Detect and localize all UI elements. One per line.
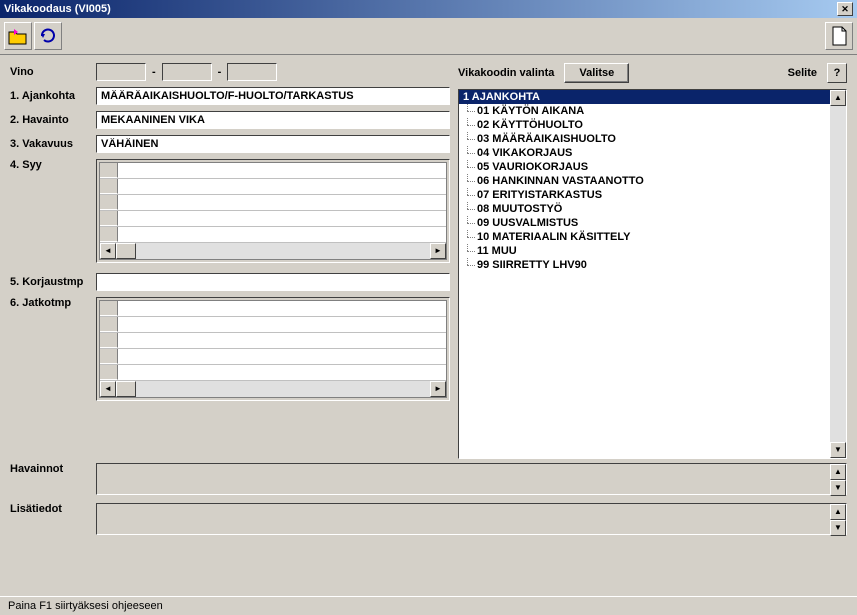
tree-view[interactable]: 1 AJANKOHTA01 KÄYTÖN AIKANA02 KÄYTTÖHUOL…	[458, 89, 847, 459]
window-title: Vikakoodaus (VI005)	[4, 3, 837, 15]
tree-item[interactable]: 04 VIKAKORJAUS	[459, 146, 846, 160]
vino-input-3[interactable]	[227, 63, 277, 81]
help-button[interactable]: ?	[827, 63, 847, 83]
jatkotmp-label: 6. Jatkotmp	[10, 297, 90, 309]
syy-grid[interactable]	[100, 163, 446, 243]
toolbar	[0, 18, 857, 55]
close-button[interactable]: ✕	[837, 2, 853, 16]
selite-label: Selite	[788, 67, 817, 79]
jatkotmp-grid[interactable]	[100, 301, 446, 381]
tree-vscrollbar[interactable]: ▲ ▼	[830, 90, 846, 458]
syy-label: 4. Syy	[10, 159, 90, 171]
korjaustmp-input[interactable]	[96, 273, 450, 291]
tree-item[interactable]: 10 MATERIAALIN KÄSITTELY	[459, 230, 846, 244]
korjaustmp-label: 5. Korjaustmp	[10, 276, 90, 288]
syy-hscrollbar[interactable]: ◄ ►	[100, 243, 446, 259]
statusbar: Paina F1 siirtyäksesi ohjeeseen	[0, 596, 857, 615]
havainnot-label: Havainnot	[10, 463, 90, 475]
tree-item[interactable]: 02 KÄYTTÖHUOLTO	[459, 118, 846, 132]
vakavuus-input[interactable]	[96, 135, 450, 153]
tree-item[interactable]: 08 MUUTOSTYÖ	[459, 202, 846, 216]
ajankohta-input[interactable]	[96, 87, 450, 105]
havainto-input[interactable]	[96, 111, 450, 129]
scroll-down-icon[interactable]: ▼	[830, 442, 846, 458]
open-folder-button[interactable]	[4, 22, 32, 50]
scroll-up-icon[interactable]: ▲	[830, 464, 846, 480]
havainnot-textarea[interactable]: ▲ ▼	[96, 463, 847, 495]
tree-item[interactable]: 03 MÄÄRÄAIKAISHUOLTO	[459, 132, 846, 146]
tree-item[interactable]: 01 KÄYTÖN AIKANA	[459, 104, 846, 118]
tree-item[interactable]: 09 UUSVALMISTUS	[459, 216, 846, 230]
vikakoodin-valinta-label: Vikakoodin valinta	[458, 67, 554, 79]
vino-input-1[interactable]	[96, 63, 146, 81]
tree-item[interactable]: 99 SIIRRETTY LHV90	[459, 258, 846, 272]
document-icon	[830, 26, 848, 46]
refresh-icon	[39, 27, 57, 45]
ajankohta-label: 1. Ajankohta	[10, 90, 90, 102]
scroll-up-icon[interactable]: ▲	[830, 90, 846, 106]
new-document-button[interactable]	[825, 22, 853, 50]
tree-item[interactable]: 11 MUU	[459, 244, 846, 258]
vakavuus-label: 3. Vakavuus	[10, 138, 90, 150]
vino-input-2[interactable]	[162, 63, 212, 81]
tree-item[interactable]: 05 VAURIOKORJAUS	[459, 160, 846, 174]
scroll-left-icon[interactable]: ◄	[100, 381, 116, 397]
scroll-left-icon[interactable]: ◄	[100, 243, 116, 259]
tree-root[interactable]: 1 AJANKOHTA	[459, 90, 846, 104]
folder-icon	[8, 27, 28, 45]
scroll-right-icon[interactable]: ►	[430, 381, 446, 397]
lisatiedot-label: Lisätiedot	[10, 503, 90, 515]
titlebar: Vikakoodaus (VI005) ✕	[0, 0, 857, 18]
havainto-label: 2. Havainto	[10, 114, 90, 126]
valitse-button[interactable]: Valitse	[564, 63, 629, 83]
lisatiedot-textarea[interactable]: ▲ ▼	[96, 503, 847, 535]
scroll-down-icon[interactable]: ▼	[830, 480, 846, 496]
tree-item[interactable]: 06 HANKINNAN VASTAANOTTO	[459, 174, 846, 188]
refresh-button[interactable]	[34, 22, 62, 50]
scroll-up-icon[interactable]: ▲	[830, 504, 846, 520]
jatkotmp-hscrollbar[interactable]: ◄ ►	[100, 381, 446, 397]
scroll-down-icon[interactable]: ▼	[830, 520, 846, 536]
vino-label: Vino	[10, 66, 90, 78]
tree-item[interactable]: 07 ERITYISTARKASTUS	[459, 188, 846, 202]
scroll-right-icon[interactable]: ►	[430, 243, 446, 259]
